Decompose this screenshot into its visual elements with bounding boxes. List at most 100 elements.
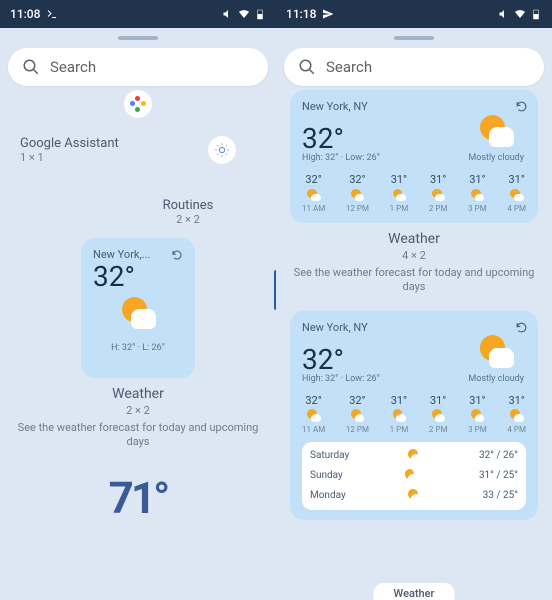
clock: 11:08 [10, 7, 40, 21]
bulb-icon [214, 142, 230, 158]
hour-label: 4 PM [507, 425, 526, 434]
refresh-icon[interactable] [171, 249, 183, 261]
sun-cloud-icon [392, 409, 406, 423]
widget-picker[interactable]: Google Assistant 1 × 1 Routines 2 × 2 Ne… [0, 90, 276, 600]
sun-cloud-icon [307, 188, 321, 202]
routines-label: Routines [114, 198, 262, 213]
hour-label: 11 AM [302, 204, 325, 213]
weather-widget-4x2[interactable]: New York, NY 32° High: 32° · Low: 26° Mo… [290, 90, 538, 223]
sun-cloud-icon [510, 188, 524, 202]
sun-cloud-icon [407, 449, 421, 463]
hour-label: 11 AM [302, 425, 325, 434]
hour-column: 31° 2 PM [429, 394, 448, 434]
sun-cloud-icon [470, 188, 484, 202]
search-icon [298, 58, 316, 76]
sun-cloud-icon [120, 295, 156, 331]
phone-left: 11:08 Search Google Assistant 1 × 1 Rou [0, 0, 276, 600]
day-temps: 32° / 26° [479, 450, 518, 461]
weather-size-label: 4 × 2 [290, 249, 538, 262]
day-name: Saturday [310, 450, 349, 461]
hour-label: 12 PM [346, 204, 369, 213]
clock: 11:18 [286, 7, 316, 21]
drag-handle[interactable] [394, 36, 434, 40]
hour-temp: 31° [391, 394, 407, 407]
day-temps: 33 / 25° [483, 490, 518, 501]
sun-cloud-icon [404, 469, 418, 483]
sun-cloud-icon [407, 489, 421, 503]
hour-temp: 31° [430, 394, 446, 407]
day-name: Monday [310, 490, 346, 501]
day-row: Saturday 32° / 26° [310, 446, 518, 466]
hour-label: 2 PM [429, 425, 448, 434]
hour-temp: 31° [508, 394, 524, 407]
routines-size: 2 × 2 [114, 213, 262, 226]
day-temps: 31° / 25° [479, 470, 518, 481]
weather-desc: See the weather forecast for today and u… [290, 266, 538, 295]
hour-temp: 32° [305, 173, 321, 186]
search-bar[interactable]: Search [8, 48, 268, 86]
weather-temp: 32° [93, 263, 183, 291]
weather-location: New York, NY [302, 100, 526, 113]
wifi-icon [514, 8, 526, 20]
hour-column: 31° 3 PM [468, 394, 487, 434]
hour-temp: 31° [469, 394, 485, 407]
battery-icon [530, 8, 542, 20]
hour-column: 32° 11 AM [302, 394, 325, 434]
routines-widget-icon[interactable] [208, 136, 236, 164]
hour-column: 31° 1 PM [390, 173, 409, 213]
hour-label: 1 PM [390, 425, 409, 434]
hour-column: 32° 12 PM [346, 173, 369, 213]
send-icon [322, 8, 334, 20]
large-temp-widget[interactable]: 71° [14, 472, 262, 524]
phone-right: 11:18 Search New York, NY 32° High: 32° … [276, 0, 552, 600]
sun-cloud-icon [431, 188, 445, 202]
search-bar[interactable]: Search [284, 48, 544, 86]
sun-cloud-icon [470, 409, 484, 423]
hour-label: 12 PM [346, 425, 369, 434]
hour-temp: 32° [305, 394, 321, 407]
hour-column: 31° 3 PM [468, 173, 487, 213]
hour-column: 31° 1 PM [390, 394, 409, 434]
hour-column: 32°12 PM [346, 394, 369, 434]
assistant-size: 1 × 1 [20, 151, 208, 164]
weather-tab[interactable]: Weather [374, 583, 455, 600]
mute-icon [498, 8, 510, 20]
widget-picker[interactable]: New York, NY 32° High: 32° · Low: 26° Mo… [276, 90, 552, 600]
hour-label: 3 PM [468, 425, 487, 434]
weather-widget-large[interactable]: New York, NY 32° High: 32° · Low: 26° Mo… [290, 311, 538, 520]
hour-temp: 31° [430, 173, 446, 186]
hour-temp: 31° [391, 173, 407, 186]
hour-label: 1 PM [390, 204, 409, 213]
hourly-forecast: 32°11 AM32°12 PM31°1 PM31°2 PM31°3 PM31°… [302, 173, 526, 213]
weather-desc: See the weather forecast for today and u… [14, 421, 262, 450]
wifi-icon [238, 8, 250, 20]
hour-label: 3 PM [468, 204, 487, 213]
sun-cloud-icon [510, 409, 524, 423]
hour-temp: 31° [469, 173, 485, 186]
day-name: Sunday [310, 470, 343, 481]
refresh-icon[interactable] [515, 321, 528, 334]
hour-column: 32° 11 AM [302, 173, 325, 213]
hour-temp: 32° [349, 173, 365, 186]
assistant-widget-icon[interactable] [124, 90, 152, 118]
sun-cloud-icon [307, 409, 321, 423]
hour-column: 31° 2 PM [429, 173, 448, 213]
sun-cloud-icon [350, 188, 364, 202]
weather-highlow: High: 32° · Low: 26° [302, 153, 380, 163]
day-row: Monday 33 / 25° [310, 486, 518, 506]
sun-cloud-icon [431, 409, 445, 423]
hour-column: 31° 4 PM [507, 394, 526, 434]
battery-icon [254, 8, 266, 20]
search-icon [22, 58, 40, 76]
hour-label: 2 PM [429, 204, 448, 213]
mute-icon [222, 8, 234, 20]
weather-condition: Mostly cloudy [468, 374, 524, 384]
weather-temp: 32° [302, 346, 380, 374]
weather-widget-2x2[interactable]: New York,... 32° H: 32° · L: 26° [81, 238, 195, 378]
weather-highlow: High: 32° · Low: 26° [302, 374, 380, 384]
refresh-icon[interactable] [515, 100, 528, 113]
terminal-icon [46, 8, 58, 20]
drag-handle[interactable] [118, 36, 158, 40]
sun-cloud-icon [478, 113, 514, 149]
weather-location: New York, NY [302, 321, 526, 334]
